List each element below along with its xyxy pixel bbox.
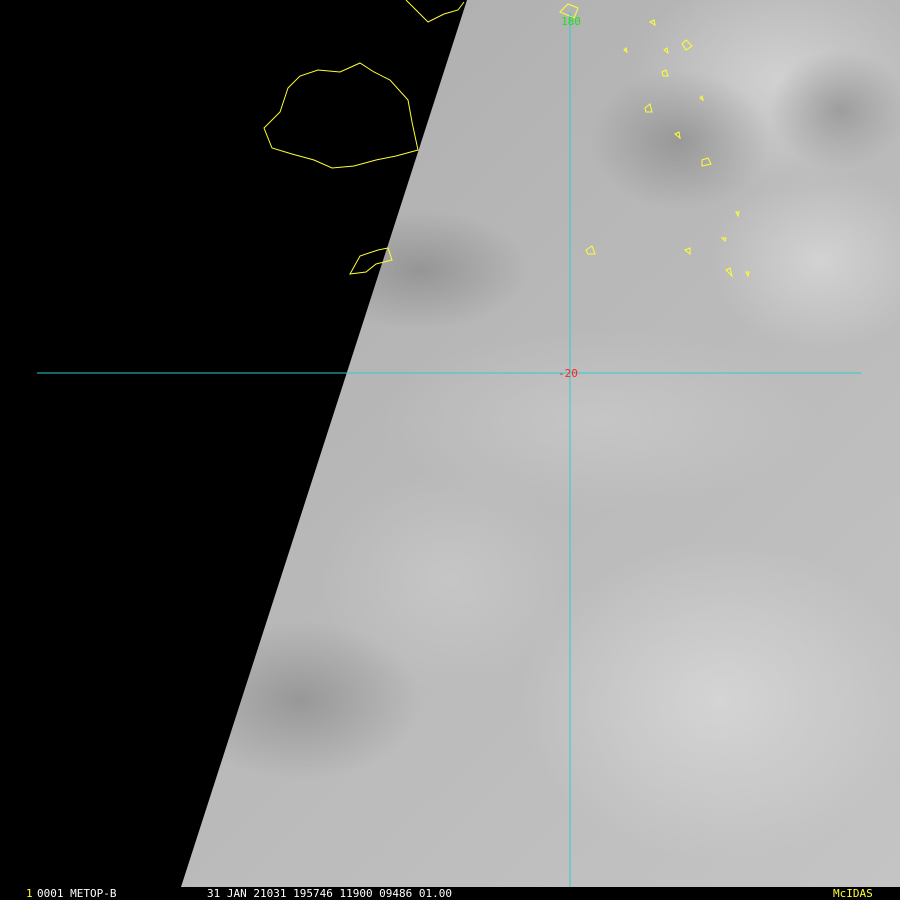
image-date-time-info: 31 JAN 21031 195746 11900 09486 01.00 — [207, 887, 453, 900]
frame-info: 0001 METOP-B — [37, 887, 117, 900]
latitude-label: -20 — [558, 367, 578, 380]
frame-number: 1 — [26, 887, 33, 900]
status-bar: 1 0001 METOP-B 31 JAN 21031 195746 11900… — [0, 887, 900, 900]
satellite-image-viewer: -20 180 — [0, 0, 900, 887]
software-label: McIDAS — [833, 887, 873, 900]
longitude-label: 180 — [561, 15, 581, 28]
